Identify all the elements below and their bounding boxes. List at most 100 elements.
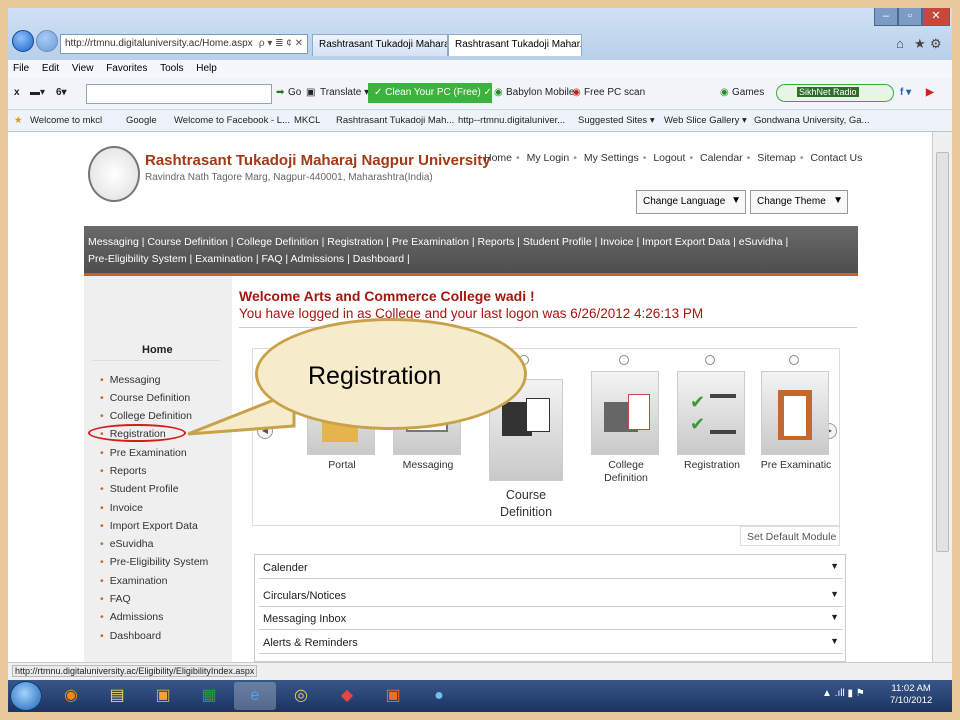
- excel-icon[interactable]: ▦: [188, 682, 230, 710]
- module-college-definition[interactable]: College Definition: [587, 349, 665, 525]
- scrollbar-thumb[interactable]: [936, 152, 949, 552]
- sidebar-title: Home: [142, 344, 173, 356]
- fav-item-suggested[interactable]: Suggested Sites ▾: [578, 115, 655, 126]
- fav-item-gondwana[interactable]: Gondwana University, Ga...: [754, 115, 869, 126]
- tab-2[interactable]: Rashtrasant Tukadoji Mahar... ×: [448, 34, 582, 56]
- minimize-button[interactable]: –: [874, 8, 898, 26]
- start-button[interactable]: [10, 681, 42, 711]
- sidebar-item-admissions[interactable]: Admissions: [100, 611, 164, 623]
- sidebar-item-messaging[interactable]: Messaging: [100, 374, 161, 386]
- media-player-icon[interactable]: ▣: [142, 682, 184, 710]
- toplink-my-settings[interactable]: My Settings: [584, 152, 639, 164]
- sidebar-item-examination[interactable]: Examination: [100, 575, 168, 587]
- chrome-icon[interactable]: ◎: [280, 682, 322, 710]
- vertical-scrollbar[interactable]: [932, 132, 952, 662]
- toolbar-close-icon[interactable]: x: [14, 87, 20, 98]
- menu-tools[interactable]: Tools: [155, 60, 188, 77]
- module-pre-examination[interactable]: Pre Examinatic: [757, 349, 835, 525]
- internet-explorer-icon[interactable]: e: [234, 682, 276, 710]
- go-button[interactable]: Go: [288, 87, 301, 98]
- menu-favorites[interactable]: Favorites: [101, 60, 152, 77]
- firefox-icon[interactable]: ◉: [50, 682, 92, 710]
- fav-item-google[interactable]: Google: [126, 115, 157, 126]
- clock[interactable]: 11:02 AM 7/10/2012: [890, 683, 932, 707]
- translate-button[interactable]: Translate ▾: [320, 87, 369, 98]
- menu-bar: File Edit View Favorites Tools Help: [8, 60, 952, 78]
- fav-item-mkcl2[interactable]: MKCL: [294, 115, 320, 126]
- favorites-star-icon[interactable]: ★: [14, 115, 23, 126]
- toplink-sitemap[interactable]: Sitemap: [757, 152, 796, 164]
- sidebar-item-course-definition[interactable]: Course Definition: [100, 392, 191, 404]
- fav-item-facebook[interactable]: Welcome to Facebook - L...: [174, 115, 290, 126]
- module-label: College Definition: [604, 459, 648, 484]
- powerpoint-icon[interactable]: ▣: [372, 682, 414, 710]
- forward-icon[interactable]: [36, 30, 58, 52]
- accordion-panel: Calender ▼ Circulars/Notices ▼ Messaging I…: [254, 554, 846, 662]
- fav-item-rtmnu[interactable]: Rashtrasant Tukadoji Mah...: [336, 115, 454, 126]
- menu-view[interactable]: View: [67, 60, 99, 77]
- module-radio[interactable]: [619, 355, 629, 365]
- module-label: Pre Examinatic: [760, 459, 832, 471]
- accordion-circulars[interactable]: Circulars/Notices ▼: [259, 585, 843, 607]
- main-menu[interactable]: Messaging | Course Definition | College …: [84, 226, 858, 274]
- close-window-button[interactable]: ✕: [922, 8, 950, 26]
- sidebar-item-dashboard[interactable]: Dashboard: [100, 630, 161, 642]
- flag-dropdown-icon[interactable]: ▬▾: [30, 87, 45, 98]
- toplink-home[interactable]: Home: [484, 152, 512, 164]
- toolbar-search-input[interactable]: [86, 84, 272, 104]
- address-bar[interactable]: http://rtmnu.digitaluniversity.ac/Home.a…: [60, 34, 308, 54]
- home-icon[interactable]: ⌂: [896, 36, 904, 51]
- settings-gear-icon[interactable]: ⚙: [930, 36, 942, 52]
- sidebar-item-faq[interactable]: FAQ: [100, 593, 131, 605]
- sidebar-item-pre-examination[interactable]: Pre Examination: [100, 447, 187, 459]
- menu-file[interactable]: File: [8, 60, 34, 77]
- clock-date: 7/10/2012: [890, 695, 933, 706]
- address-text: http://rtmnu.digitaluniversity.ac/Home.a…: [65, 38, 253, 49]
- fav-item-webslice[interactable]: Web Slice Gallery ▾: [664, 115, 747, 126]
- system-tray[interactable]: ▲ .ıll ▮ ⚑: [822, 688, 865, 699]
- change-language-select[interactable]: Change Language ▼: [636, 190, 746, 214]
- sidebar-item-esuvidha[interactable]: eSuvidha: [100, 538, 154, 550]
- youtube-icon[interactable]: ▶: [926, 87, 934, 98]
- change-theme-select[interactable]: Change Theme ▼: [750, 190, 848, 214]
- explorer-folder-icon[interactable]: ▤: [96, 682, 138, 710]
- sidebar-item-invoice[interactable]: Invoice: [100, 502, 143, 514]
- main-menu-line-1[interactable]: Messaging | Course Definition | College …: [88, 234, 854, 251]
- menu-help[interactable]: Help: [191, 60, 222, 77]
- security-icon[interactable]: ◆: [326, 682, 368, 710]
- accordion-calender[interactable]: Calender ▼: [259, 557, 843, 579]
- tab-1[interactable]: Rashtrasant Tukadoji Maharaj ...: [312, 34, 448, 56]
- clean-pc-button[interactable]: ✓ Clean Your PC (Free) ✓: [368, 83, 492, 103]
- main-menu-line-2[interactable]: Pre-Eligibility System | Examination | F…: [88, 251, 854, 268]
- radio-widget[interactable]: SikhNet Radio: [776, 84, 894, 102]
- accordion-messaging-inbox[interactable]: Messaging Inbox ▼: [259, 608, 843, 630]
- favorites-star-icon[interactable]: ★: [914, 36, 926, 52]
- menu-edit[interactable]: Edit: [37, 60, 64, 77]
- facebook-icon[interactable]: f ▾: [900, 87, 911, 98]
- search-engine-icon[interactable]: 6▾: [56, 87, 67, 98]
- set-default-module-button[interactable]: Set Default Module: [740, 526, 840, 546]
- toplink-calendar[interactable]: Calendar: [700, 152, 743, 164]
- back-icon[interactable]: [12, 30, 34, 52]
- talk-icon[interactable]: ●: [418, 682, 460, 710]
- module-radio[interactable]: [789, 355, 799, 365]
- sidebar-item-pre-eligibility[interactable]: Pre-Eligibility System: [100, 556, 209, 568]
- accordion-alerts[interactable]: Alerts & Reminders ▼: [259, 632, 843, 654]
- toplink-logout[interactable]: Logout: [653, 152, 685, 164]
- toplink-contact-us[interactable]: Contact Us: [810, 152, 862, 164]
- fav-item-mkcl[interactable]: Welcome to mkcl: [30, 115, 102, 126]
- go-icon[interactable]: ➡: [276, 87, 284, 98]
- sidebar-item-reports[interactable]: Reports: [100, 465, 147, 477]
- sidebar-item-student-profile[interactable]: Student Profile: [100, 483, 179, 495]
- module-radio[interactable]: [705, 355, 715, 365]
- freepc-button[interactable]: Free PC scan: [584, 87, 645, 98]
- fav-item-rtmnu-url[interactable]: http--rtmnu.digitaluniver...: [458, 115, 565, 126]
- module-registration[interactable]: ✔ ✔ Registration: [673, 349, 751, 525]
- sidebar-item-import-export[interactable]: Import Export Data: [100, 520, 198, 532]
- toplink-my-login[interactable]: My Login: [527, 152, 570, 164]
- address-controls: ρ ▾ ≣ ¢ ✕: [258, 38, 303, 49]
- sidebar-item-college-definition[interactable]: College Definition: [100, 410, 192, 422]
- maximize-button[interactable]: ▫: [898, 8, 922, 26]
- games-button[interactable]: Games: [732, 87, 764, 98]
- babylon-button[interactable]: Babylon Mobile: [506, 87, 574, 98]
